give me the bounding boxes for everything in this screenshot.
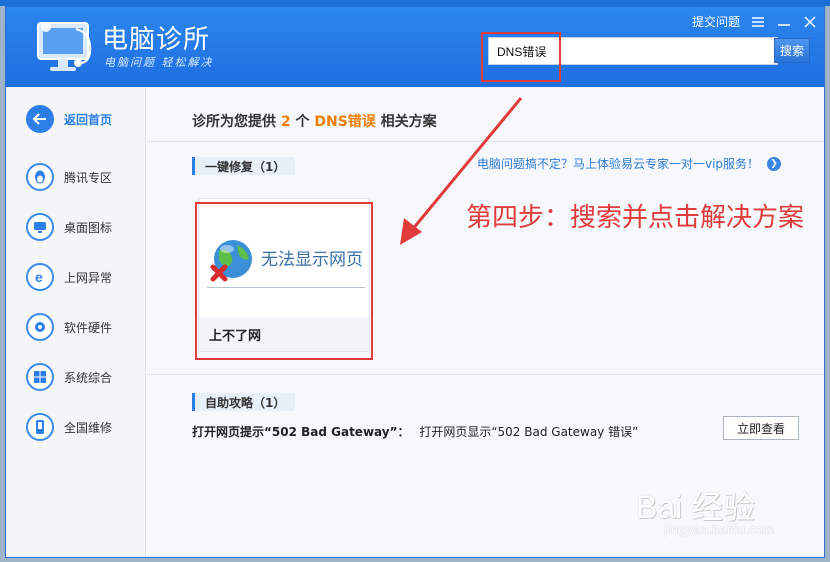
baidu-watermark: Bai 经验 xyxy=(636,489,756,525)
instruction-annotation: 第四步：搜索并点击解决方案 xyxy=(466,203,805,233)
annotation-arrow xyxy=(400,97,523,245)
baidu-watermark-url: jingyan.baidu.com xyxy=(664,523,775,537)
